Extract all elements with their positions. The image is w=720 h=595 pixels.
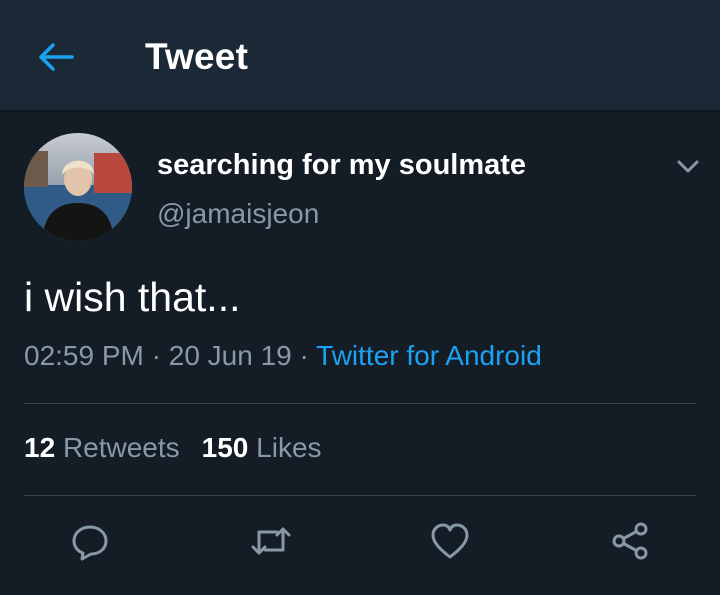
tweet-source-link[interactable]: Twitter for Android [316,340,542,371]
page-title: Tweet [145,36,249,77]
like-icon [431,523,469,559]
avatar[interactable] [24,133,132,241]
meta-separator: · [151,340,161,371]
tweet-time: 02:59 PM [24,340,144,371]
retweets-label: Retweets [62,432,180,463]
back-button[interactable] [36,40,76,74]
share-icon [612,522,648,560]
meta-separator: · [299,340,309,371]
tweet-detail: searching for my soulmate @jamaisjeon i … [0,112,720,595]
tweet-metadata: 02:59 PM · 20 Jun 19 · Twitter for Andro… [24,340,542,372]
retweets-stat[interactable]: 12 Retweets [24,432,180,463]
display-name[interactable]: searching for my soulmate [157,149,526,182]
divider [24,403,696,404]
reply-icon [72,525,108,561]
tweet-stats: 12 Retweets 150 Likes [24,432,322,464]
retweets-count: 12 [24,432,56,463]
like-button[interactable] [428,519,472,563]
retweet-icon [251,527,291,555]
avatar-photo [24,133,132,241]
likes-label: Likes [256,432,322,463]
arrow-left-icon [39,43,74,71]
tweet-text: i wish that... [24,274,241,320]
divider [24,495,696,496]
reply-button[interactable] [68,519,112,563]
retweet-button[interactable] [249,519,293,563]
likes-stat[interactable]: 150 Likes [202,432,322,463]
likes-count: 150 [201,432,249,463]
top-bar: Tweet [0,0,720,112]
user-handle[interactable]: @jamaisjeon [157,198,319,230]
tweet-date: 20 Jun 19 [168,340,292,371]
share-button[interactable] [608,519,652,563]
chevron-down-icon [677,160,699,173]
tweet-menu-button[interactable] [674,152,702,180]
